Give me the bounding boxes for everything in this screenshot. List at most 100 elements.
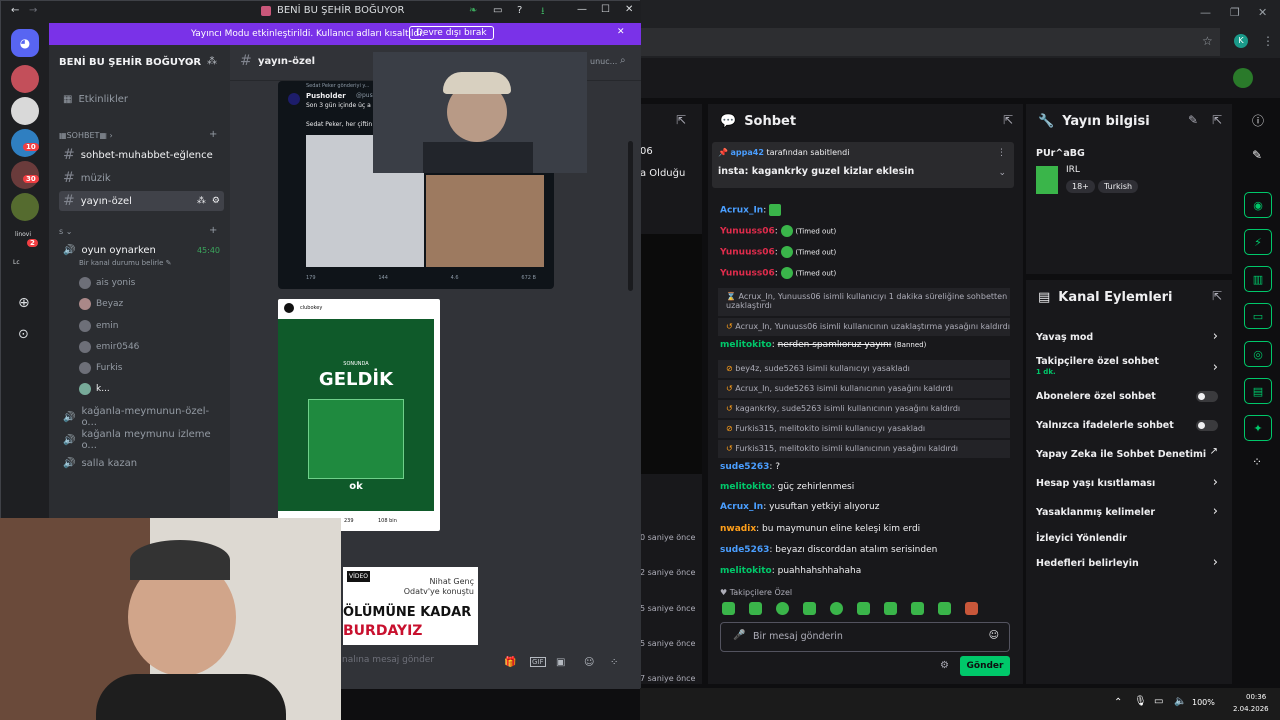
chevron-right-icon[interactable]: › [1213,504,1218,519]
volume-icon[interactable]: 🔈 [1174,696,1186,707]
mic-icon[interactable]: 🎙 [1134,696,1147,707]
voice-channel-item[interactable]: 🔊 salla kazan [59,453,224,473]
category-name[interactable]: IRL [1066,165,1080,175]
network-icon[interactable]: ▭ [1154,696,1163,707]
emote-icon[interactable] [803,602,816,615]
edit-icon[interactable]: ✎ [1188,113,1198,127]
server-label[interactable]: linovi [15,231,31,238]
emoji-icon[interactable]: ☺ [989,630,999,641]
emote-icon[interactable] [776,602,789,615]
chat-username[interactable]: Yunuuss06 [720,227,775,237]
chat-username[interactable]: melitokito [720,482,772,492]
chat-username[interactable]: Yunuuss06 [720,248,775,258]
close-icon[interactable]: ✕ [1258,6,1267,19]
tweet-image[interactable] [426,175,544,267]
chat-username[interactable]: nwadix [720,524,756,534]
emote-icon[interactable] [965,602,978,615]
channel-item[interactable]: # sohbet-muhabbet-eğlence [59,145,224,165]
action-banned-words[interactable]: Yasaklanmış kelimeler [1036,507,1226,518]
minimize-icon[interactable]: — [577,4,587,15]
chevron-down-icon[interactable]: ⌄ [187,56,195,67]
action-raid[interactable]: İzleyici Yönlendir [1036,533,1226,544]
voice-user[interactable]: Furkis [79,362,123,374]
events-item[interactable]: ▦ Etkinlikler [59,89,224,109]
action-ai-moderation[interactable]: Yapay Zeka ile Sohbet Denetimi [1036,449,1226,460]
voice-user[interactable]: ais yonis [79,277,135,289]
close-icon[interactable]: ✕ [625,4,633,15]
voice-user[interactable]: k... [79,383,110,395]
gif-icon[interactable]: GIF [530,657,546,667]
emote-icon[interactable] [857,602,870,615]
chevron-right-icon[interactable]: › [1213,360,1218,375]
maximize-icon[interactable]: ❐ [1230,6,1240,19]
popout-icon[interactable]: ⇱ [1212,289,1222,303]
add-channel-icon[interactable]: + [209,225,217,236]
address-bar[interactable] [640,28,1220,56]
chat-username[interactable]: sude5263 [720,462,769,472]
search-icon[interactable]: ⌕ [620,55,626,66]
discord-home-icon[interactable]: ◕ [11,29,39,57]
category-header[interactable]: ▦SOHBET▦ › [59,131,113,140]
channel-item[interactable]: # müzik [59,168,224,188]
send-button[interactable]: Gönder [960,656,1010,676]
quick-action-button[interactable]: ▥ [1244,266,1272,292]
more-icon[interactable]: ⋮ [997,148,1006,158]
toggle-subscribers-only[interactable] [1196,391,1218,402]
pencil-icon[interactable]: ✎ [1252,148,1262,162]
emote-icon[interactable] [911,602,924,615]
back-icon[interactable]: ← [11,5,19,16]
emoji-icon[interactable]: ☺ [584,657,594,668]
chat-username[interactable]: melitokito [720,340,772,350]
insta-image[interactable]: SONUNDA GELDİK ok [278,319,434,511]
apps-icon[interactable]: ⁘ [610,657,618,668]
chevron-right-icon[interactable]: › [1213,475,1218,490]
chat-input[interactable]: 🎤 Bir mesaj gönderin ☺ [720,622,1010,652]
chevron-right-icon[interactable]: › [1213,329,1218,344]
server-icon[interactable] [11,97,39,125]
nitro-icon[interactable]: ❧ [469,5,477,16]
voice-channel-item[interactable]: 🔊 kağanla meymunu izleme o... [59,429,224,451]
search-input[interactable]: unuc... [590,57,617,66]
tag-badge[interactable]: Turkish [1098,180,1139,193]
emote-icon[interactable] [749,602,762,615]
action-goals[interactable]: Hedefleri belirleyin [1036,558,1226,569]
chevron-down-icon[interactable]: ⌄ [998,168,1006,178]
action-slow-mode[interactable]: Yavaş mod [1036,332,1226,343]
quick-action-button[interactable]: ▭ [1244,303,1272,329]
tag-badge[interactable]: 18+ [1066,180,1095,193]
voice-channel-item[interactable]: 🔊 kağanla-meymunun-özel-o... [59,406,224,428]
clock-date[interactable]: 2.04.2026 [1233,705,1269,713]
external-link-icon[interactable]: ↗ [1210,446,1218,457]
voice-status[interactable]: Bir kanal durumu belirle ✎ [79,259,172,267]
emote-icon[interactable] [830,602,843,615]
voice-channel-item[interactable]: 🔊 oyun oynarken 45:40 [59,240,224,260]
emote-icon[interactable] [884,602,897,615]
news-embed[interactable]: VİDEO Nihat Genç Odatv'ye konuştu ÖLÜMÜN… [343,567,478,645]
voice-user[interactable]: Beyaz [79,298,123,310]
server-label[interactable]: Lc [13,259,20,266]
chat-username[interactable]: Acrux_In [720,502,763,512]
toggle-emote-only[interactable] [1196,420,1218,431]
action-account-age[interactable]: Hesap yaşı kısıtlaması [1036,478,1226,489]
bookmark-icon[interactable]: ☆ [1202,34,1213,48]
emote-icon[interactable] [722,602,735,615]
popout-icon[interactable]: ⇱ [1212,113,1222,127]
download-icon[interactable]: ⭳ [541,4,545,21]
server-name[interactable]: BENİ BU ŞEHİR BOĞUYOR [59,57,201,68]
server-icon[interactable] [11,193,39,221]
quick-action-button[interactable]: ◎ [1244,341,1272,367]
menu-icon[interactable]: ⋮ [1262,34,1274,48]
pinned-by-user[interactable]: appa42 [731,148,764,157]
add-member-icon[interactable]: ⁂ [207,56,217,67]
popout-icon[interactable]: ⇱ [1003,113,1013,127]
emote-icon[interactable] [938,602,951,615]
disable-streamer-mode-button[interactable]: Devre dışı bırak [409,26,494,40]
add-server-icon[interactable]: ⊕ [18,295,30,311]
battery-level[interactable]: 100% [1192,698,1215,707]
chat-username[interactable]: sude5263 [720,545,769,555]
sticker-icon[interactable]: ▣ [556,657,565,668]
quick-action-button[interactable]: ◉ [1244,192,1272,218]
gear-icon[interactable]: ⚙ [212,196,220,206]
maximize-icon[interactable]: ☐ [601,4,610,15]
settings-icon[interactable]: ⚙ [940,660,949,671]
